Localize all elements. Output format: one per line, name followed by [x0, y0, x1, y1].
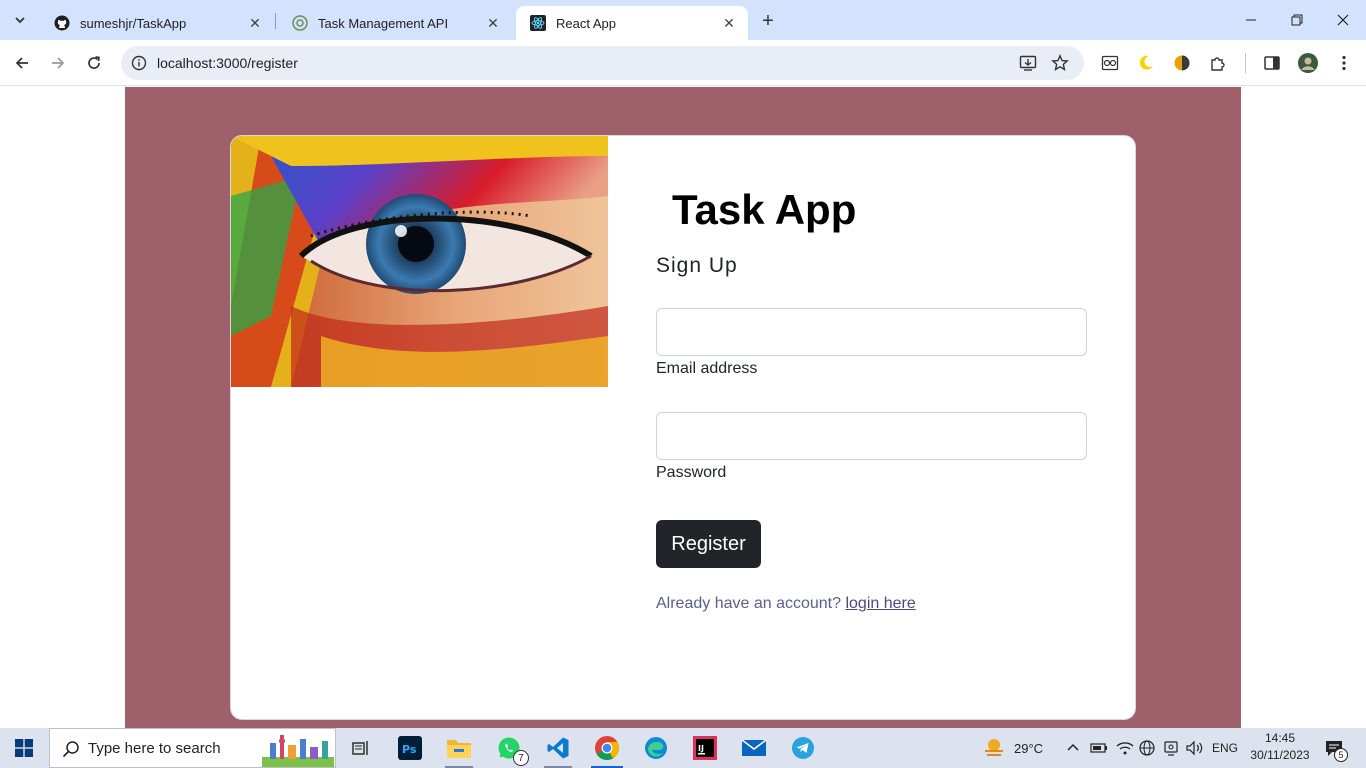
login-prompt: Already have an account? login here [656, 595, 916, 613]
new-tab-button[interactable]: + [754, 7, 782, 35]
login-link[interactable]: login here [845, 595, 915, 612]
extensions-puzzle-icon[interactable] [1207, 52, 1229, 74]
mail-icon[interactable] [738, 732, 770, 764]
start-button[interactable] [0, 728, 48, 768]
browser-toolbar: localhost:3000/register [0, 40, 1366, 86]
tab-title: sumeshjr/TaskApp [80, 15, 187, 31]
minimize-icon [1246, 19, 1256, 21]
search-icon [62, 741, 79, 758]
windows-logo-icon [15, 739, 33, 757]
arrow-left-icon [15, 57, 28, 69]
dark-mode-moon-icon[interactable] [1135, 52, 1157, 74]
volume-icon[interactable] [1185, 728, 1205, 768]
wifi-icon[interactable] [1116, 728, 1134, 768]
telegram-icon[interactable] [787, 732, 819, 764]
login-prompt-text: Already have an account? [656, 595, 842, 612]
tab-title: React App [556, 15, 616, 31]
toolbar-separator [1245, 53, 1246, 73]
github-icon [54, 15, 70, 31]
password-label: Password [656, 464, 727, 481]
forward-button[interactable] [44, 49, 72, 77]
search-placeholder: Type here to search [88, 739, 221, 757]
tab-title: Task Management API [318, 15, 449, 31]
extension-orange-icon[interactable] [1171, 52, 1193, 74]
register-button[interactable]: Register [656, 520, 761, 568]
notification-badge: 5 [1334, 748, 1348, 762]
clock-date: 30/11/2023 [1250, 748, 1310, 762]
email-label: Email address [656, 360, 758, 377]
minimize-button[interactable] [1228, 0, 1274, 40]
meet-now-icon[interactable] [1162, 728, 1180, 768]
reload-button[interactable] [80, 49, 108, 77]
password-input[interactable] [656, 412, 1087, 460]
url-text[interactable]: localhost:3000/register [157, 55, 298, 71]
city-skyline-icon [262, 735, 334, 767]
plus-icon: + [762, 9, 774, 32]
star-icon[interactable] [1050, 53, 1070, 73]
extension-readinglist-icon[interactable] [1099, 52, 1121, 74]
sun-haze-icon [985, 739, 1003, 756]
info-icon[interactable] [129, 53, 149, 73]
show-hidden-icons[interactable] [1066, 728, 1080, 768]
language-indicator[interactable]: ENG [1212, 728, 1238, 768]
register-card: Task App Sign Up Email address Password … [230, 135, 1136, 720]
swagger-icon [292, 15, 308, 31]
edge-icon[interactable] [640, 732, 672, 764]
close-icon[interactable]: ✕ [484, 14, 502, 32]
task-view-icon[interactable] [344, 732, 376, 764]
react-icon [530, 15, 546, 31]
notification-center[interactable]: 5 [1324, 728, 1348, 768]
close-icon[interactable]: ✕ [720, 14, 738, 32]
svg-text:IJ: IJ [698, 744, 704, 753]
back-button[interactable] [8, 49, 36, 77]
chevron-down-icon [15, 17, 25, 24]
whatsapp-badge: 7 [513, 750, 529, 766]
tab-separator [275, 13, 276, 29]
restore-button[interactable] [1274, 0, 1320, 40]
arrow-right-icon [52, 57, 65, 69]
close-icon [1337, 14, 1349, 26]
battery-icon[interactable] [1090, 728, 1108, 768]
taskbar-search[interactable]: Type here to search [49, 728, 336, 768]
page-title: Task App [672, 186, 857, 233]
close-icon[interactable]: ✕ [246, 14, 264, 32]
vscode-icon[interactable] [542, 732, 574, 768]
restore-icon [1291, 14, 1303, 26]
network-globe-icon[interactable] [1138, 728, 1156, 768]
weather-widget[interactable]: 29°C [982, 728, 1043, 768]
clock-time: 14:45 [1264, 731, 1296, 745]
install-app-icon[interactable] [1018, 53, 1038, 73]
tab-github[interactable]: sumeshjr/TaskApp ✕ [40, 6, 274, 40]
chrome-icon[interactable] [591, 732, 623, 768]
intellij-icon[interactable]: IJ [689, 732, 721, 764]
eye-makeup-image [231, 136, 608, 387]
close-window-button[interactable] [1320, 0, 1366, 40]
address-bar[interactable]: localhost:3000/register [121, 46, 1084, 80]
reload-icon [88, 56, 100, 69]
browser-tab-bar: sumeshjr/TaskApp ✕ Task Management API ✕… [0, 0, 1366, 40]
tab-search-button[interactable] [8, 8, 32, 32]
side-panel-icon[interactable] [1261, 52, 1283, 74]
menu-kebab-icon[interactable] [1333, 52, 1355, 74]
page-viewport: Task App Sign Up Email address Password … [0, 87, 1366, 728]
temperature: 29°C [1014, 740, 1044, 756]
chevron-up-icon [1067, 743, 1079, 751]
file-explorer-icon[interactable] [443, 732, 475, 768]
photoshop-icon[interactable]: Ps [394, 732, 426, 764]
tab-react-app[interactable]: React App ✕ [516, 6, 748, 40]
profile-avatar-icon[interactable] [1297, 52, 1319, 74]
svg-text:Ps: Ps [402, 743, 417, 756]
clock[interactable]: 14:45 30/11/2023 [1244, 730, 1316, 766]
windows-taskbar: Type here to search Ps 7 IJ 29°C ENG 14:… [0, 728, 1366, 768]
tab-task-management-api[interactable]: Task Management API ✕ [278, 6, 512, 40]
whatsapp-icon[interactable]: 7 [493, 732, 529, 766]
form-subtitle: Sign Up [656, 254, 738, 277]
email-input[interactable] [656, 308, 1087, 356]
